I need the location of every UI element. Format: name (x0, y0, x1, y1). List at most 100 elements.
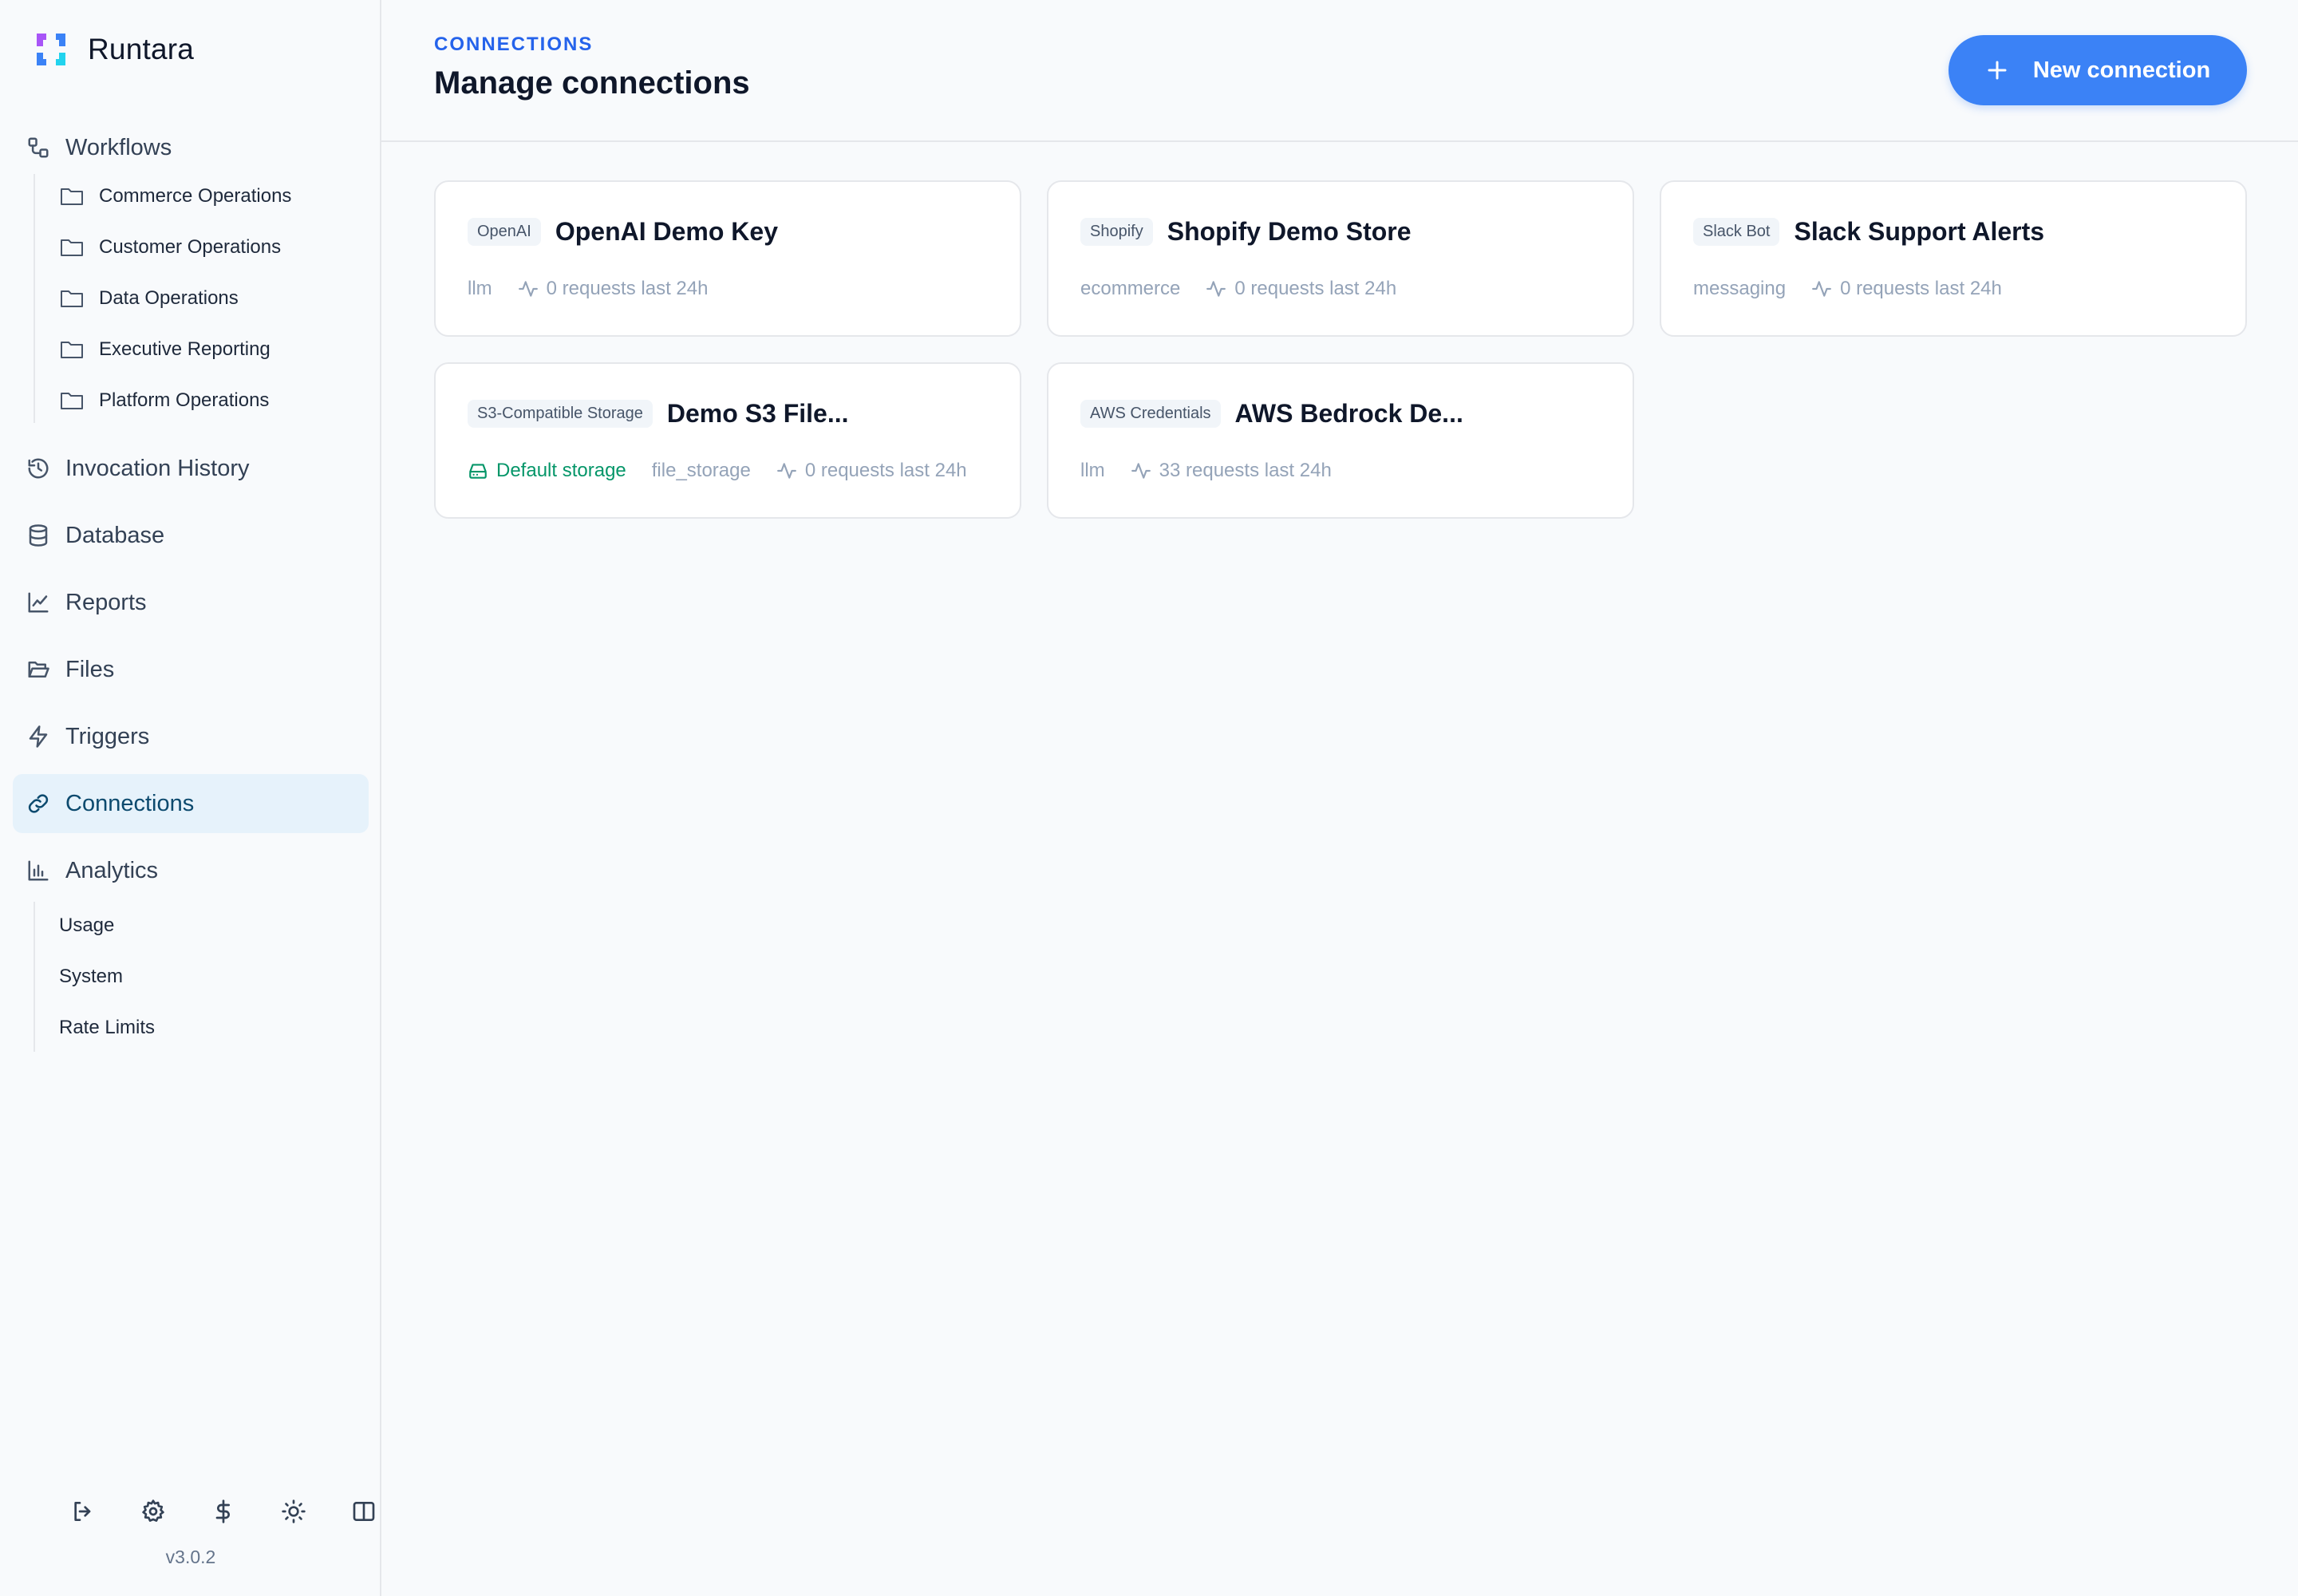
plus-icon (1988, 61, 2007, 80)
sidebar: Runtara Workflows Commerce Operations Cu… (0, 0, 381, 1596)
sidebar-item-invocation-history[interactable]: Invocation History (13, 439, 369, 498)
connection-category: ecommerce (1080, 278, 1181, 299)
sidebar-item-triggers[interactable]: Triggers (13, 707, 369, 766)
database-icon (26, 523, 51, 548)
provider-badge: Slack Bot (1693, 218, 1780, 246)
request-count: 0 requests last 24h (1840, 278, 2002, 299)
folder-icon (59, 184, 86, 208)
runtara-logo-icon (37, 34, 65, 65)
card-meta: llm 0 requests last 24h (468, 278, 708, 300)
connection-card-aws[interactable]: AWS Credentials AWS Bedrock De... llm 33… (1047, 362, 1634, 519)
workflow-icon (26, 135, 51, 160)
brand-name: Runtara (88, 33, 195, 65)
card-header: S3-Compatible Storage Demo S3 File... (468, 399, 849, 429)
card-meta: ecommerce 0 requests last 24h (1080, 278, 1396, 300)
request-stats: 0 requests last 24h (776, 460, 967, 482)
folder-label: Executive Reporting (99, 338, 270, 360)
sidebar-subitem-rate-limits[interactable]: Rate Limits (59, 1005, 378, 1050)
request-stats: 0 requests last 24h (1811, 278, 2002, 300)
request-count: 0 requests last 24h (546, 278, 709, 299)
page-title: Manage connections (434, 65, 750, 101)
activity-icon (1812, 281, 1831, 297)
request-count: 33 requests last 24h (1159, 460, 1332, 481)
connection-card-slack[interactable]: Slack Bot Slack Support Alerts messaging… (1660, 180, 2247, 337)
logout-icon[interactable] (48, 1491, 118, 1532)
default-storage-label: Default storage (496, 460, 626, 481)
sidebar-subitem-system[interactable]: System (59, 954, 378, 999)
page-header: CONNECTIONS Manage connections New conne… (381, 0, 2298, 142)
link-icon (26, 791, 51, 816)
connection-title: Shopify Demo Store (1167, 217, 1412, 246)
connection-category: messaging (1693, 278, 1787, 299)
page-eyebrow: CONNECTIONS (434, 34, 594, 55)
sidebar-item-label: Connections (65, 790, 195, 816)
connection-title: OpenAI Demo Key (555, 217, 778, 246)
sidebar-footer-actions (48, 1491, 399, 1532)
analytics-sub-list: Usage System Rate Limits (34, 902, 155, 1052)
new-connection-button[interactable]: New connection (1949, 35, 2247, 105)
folder-platform-operations[interactable]: Platform Operations (59, 378, 378, 423)
subitem-label: System (59, 966, 124, 987)
card-header: AWS Credentials AWS Bedrock De... (1080, 399, 1463, 429)
connection-title: Slack Support Alerts (1794, 217, 2045, 246)
new-connection-label: New connection (2032, 57, 2211, 83)
bar-chart-icon (26, 858, 51, 883)
connection-card-openai[interactable]: OpenAI OpenAI Demo Key llm 0 requests la… (434, 180, 1021, 337)
sidebar-item-database[interactable]: Database (13, 506, 369, 565)
folder-label: Data Operations (99, 287, 239, 309)
card-header: Shopify Shopify Demo Store (1080, 217, 1412, 247)
folder-icon (59, 286, 86, 310)
connection-card-s3[interactable]: S3-Compatible Storage Demo S3 File... De… (434, 362, 1021, 519)
connection-category: file_storage (651, 460, 751, 481)
request-stats: 0 requests last 24h (518, 278, 709, 300)
chart-line-icon (26, 590, 51, 615)
workflow-folder-list: Commerce Operations Customer Operations … (34, 174, 291, 423)
folder-executive-reporting[interactable]: Executive Reporting (59, 327, 378, 372)
settings-icon[interactable] (118, 1491, 188, 1532)
lightning-icon (26, 724, 51, 749)
sidebar-item-workflows[interactable]: Workflows (13, 118, 369, 177)
app-version: v3.0.2 (165, 1547, 216, 1567)
sidebar-item-label: Reports (65, 589, 147, 615)
sidebar-item-label: Analytics (65, 857, 159, 883)
folder-data-operations[interactable]: Data Operations (59, 276, 378, 321)
provider-badge: Shopify (1080, 218, 1153, 246)
connection-card-shopify[interactable]: Shopify Shopify Demo Store ecommerce 0 r… (1047, 180, 1634, 337)
brand[interactable]: Runtara (32, 29, 194, 70)
sidebar-item-reports[interactable]: Reports (13, 573, 369, 632)
sidebar-item-connections[interactable]: Connections (13, 774, 369, 833)
activity-icon (776, 463, 796, 479)
activity-icon (1131, 463, 1151, 479)
card-meta: messaging 0 requests last 24h (1693, 278, 2002, 300)
dollar-icon[interactable] (188, 1491, 259, 1532)
provider-badge: OpenAI (468, 218, 541, 246)
sidebar-item-label: Database (65, 522, 165, 548)
folder-customer-operations[interactable]: Customer Operations (59, 225, 378, 270)
hard-drive-icon (469, 464, 487, 479)
sidebar-item-label: Files (65, 656, 115, 682)
connection-title: AWS Bedrock De... (1234, 399, 1463, 428)
history-icon (26, 456, 51, 481)
request-count: 0 requests last 24h (804, 460, 967, 481)
main-content: CONNECTIONS Manage connections New conne… (381, 0, 2298, 1596)
folder-icon (59, 338, 86, 361)
folder-icon (59, 389, 86, 413)
default-storage-indicator: Default storage (468, 460, 626, 482)
card-header: Slack Bot Slack Support Alerts (1693, 217, 2044, 247)
sidebar-subitem-usage[interactable]: Usage (59, 903, 378, 948)
folder-label: Customer Operations (99, 236, 282, 258)
provider-badge: AWS Credentials (1080, 400, 1221, 428)
sun-icon[interactable] (259, 1491, 329, 1532)
subitem-label: Rate Limits (59, 1017, 156, 1038)
provider-badge: S3-Compatible Storage (468, 400, 653, 428)
card-header: OpenAI OpenAI Demo Key (468, 217, 778, 247)
connection-title: Demo S3 File... (666, 399, 849, 428)
connection-category: llm (1080, 460, 1105, 481)
request-stats: 0 requests last 24h (1206, 278, 1396, 300)
folder-commerce-operations[interactable]: Commerce Operations (59, 174, 378, 219)
sidebar-item-files[interactable]: Files (13, 640, 369, 699)
folder-label: Platform Operations (99, 389, 270, 411)
sidebar-item-analytics[interactable]: Analytics (13, 841, 369, 900)
app-root: Runtara Workflows Commerce Operations Cu… (0, 0, 2298, 1596)
sidebar-item-label: Invocation History (65, 455, 250, 481)
